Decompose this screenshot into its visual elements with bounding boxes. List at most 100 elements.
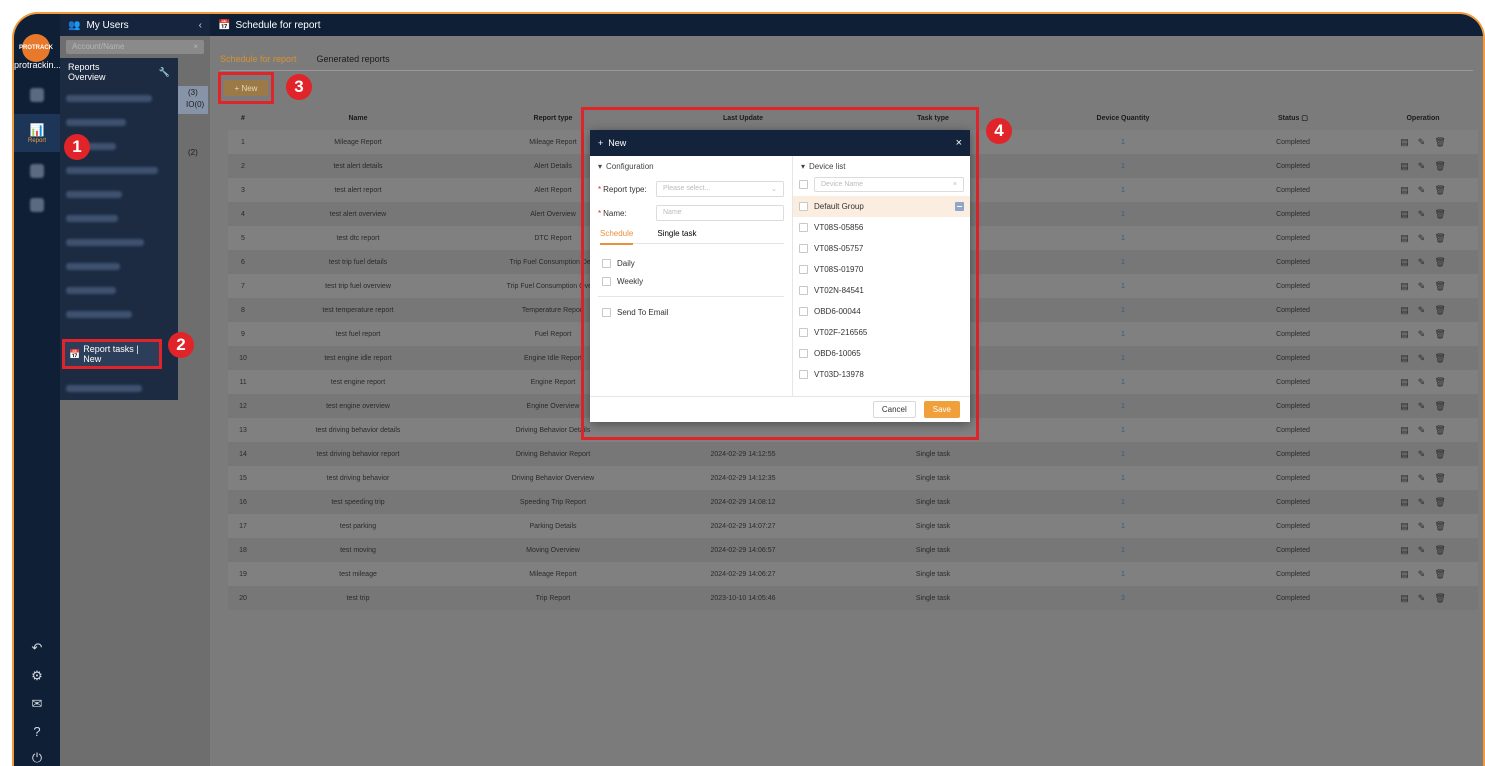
delete-icon[interactable]: 🗑 — [1434, 257, 1445, 268]
edit-icon[interactable]: ✎ — [1418, 377, 1426, 388]
view-icon[interactable]: ▤ — [1400, 449, 1409, 460]
clear-icon[interactable]: × — [953, 181, 957, 188]
edit-icon[interactable]: ✎ — [1418, 305, 1426, 316]
view-icon[interactable]: ▤ — [1400, 353, 1409, 364]
flyout-item[interactable] — [66, 278, 172, 302]
view-icon[interactable]: ▤ — [1400, 305, 1409, 316]
configuration-section[interactable]: ▾ Configuration — [598, 162, 784, 171]
table-row[interactable]: 18 test moving Moving Overview 2024-02-29 1… — [228, 538, 1478, 562]
company-logo[interactable]: PROTRACK — [19, 34, 53, 62]
view-icon[interactable]: ▤ — [1400, 497, 1409, 508]
delete-icon[interactable]: 🗑 — [1434, 233, 1445, 244]
daily-checkbox[interactable]: Daily — [602, 254, 784, 272]
view-icon[interactable]: ▤ — [1400, 185, 1409, 196]
delete-icon[interactable]: 🗑 — [1434, 401, 1445, 412]
view-icon[interactable]: ▤ — [1400, 569, 1409, 580]
tab-generated-reports[interactable]: Generated reports — [317, 54, 390, 64]
delete-icon[interactable]: 🗑 — [1434, 473, 1445, 484]
view-icon[interactable]: ▤ — [1400, 377, 1409, 388]
delete-icon[interactable]: 🗑 — [1434, 329, 1445, 340]
delete-icon[interactable]: 🗑 — [1434, 377, 1445, 388]
edit-icon[interactable]: ✎ — [1418, 353, 1426, 364]
edit-icon[interactable]: ✎ — [1418, 449, 1426, 460]
collapse-chevron-icon[interactable]: ‹ — [199, 20, 202, 31]
tab-schedule-for-report[interactable]: Schedule for report — [220, 54, 297, 64]
mail-icon[interactable]: ✉ — [14, 696, 60, 712]
device-list-section[interactable]: ▾ Device list — [793, 156, 970, 171]
table-row[interactable]: 15 test driving behavior Driving Behavior … — [228, 466, 1478, 490]
delete-icon[interactable]: 🗑 — [1434, 353, 1445, 364]
view-icon[interactable]: ▤ — [1400, 545, 1409, 556]
checkbox-box[interactable] — [799, 370, 808, 379]
report-type-select[interactable]: Please select... ⌄ — [656, 181, 784, 197]
checkbox-box[interactable] — [799, 328, 808, 337]
view-icon[interactable]: ▤ — [1400, 161, 1409, 172]
weekly-checkbox[interactable]: Weekly — [602, 272, 784, 290]
device-row[interactable]: VT08S-01970 — [793, 259, 970, 280]
flyout-item[interactable] — [66, 110, 172, 134]
edit-icon[interactable]: ✎ — [1418, 137, 1426, 148]
checkbox-box[interactable] — [799, 307, 808, 316]
edit-icon[interactable]: ✎ — [1418, 281, 1426, 292]
delete-icon[interactable]: 🗑 — [1434, 185, 1445, 196]
delete-icon[interactable]: 🗑 — [1434, 497, 1445, 508]
view-icon[interactable]: ▤ — [1400, 257, 1409, 268]
edit-icon[interactable]: ✎ — [1418, 473, 1426, 484]
table-row[interactable]: 16 test speeding trip Speeding Trip Report… — [228, 490, 1478, 514]
edit-icon[interactable]: ✎ — [1418, 185, 1426, 196]
device-row[interactable]: VT08S-05856 — [793, 217, 970, 238]
checkbox-box[interactable] — [602, 307, 611, 317]
delete-icon[interactable]: 🗑 — [1434, 545, 1445, 556]
flyout-item[interactable] — [66, 158, 172, 182]
delete-icon[interactable]: 🗑 — [1434, 569, 1445, 580]
wrench-icon[interactable]: 🔧 — [159, 67, 170, 78]
account-search-input[interactable]: Account/Name × — [66, 40, 204, 54]
delete-icon[interactable]: 🗑 — [1434, 305, 1445, 316]
edit-icon[interactable]: ✎ — [1418, 521, 1426, 532]
delete-icon[interactable]: 🗑 — [1434, 281, 1445, 292]
table-row[interactable]: 14 test driving behavior report Driving Be… — [228, 442, 1478, 466]
view-icon[interactable]: ▤ — [1400, 593, 1409, 604]
edit-icon[interactable]: ✎ — [1418, 329, 1426, 340]
checkbox-box[interactable] — [602, 258, 611, 268]
edit-icon[interactable]: ✎ — [1418, 569, 1426, 580]
view-icon[interactable]: ▤ — [1400, 137, 1409, 148]
select-all-checkbox[interactable] — [799, 180, 808, 189]
rail-item-monitor[interactable] — [14, 76, 60, 114]
new-button[interactable]: + New — [224, 80, 268, 96]
edit-icon[interactable]: ✎ — [1418, 497, 1426, 508]
view-icon[interactable]: ▤ — [1400, 401, 1409, 412]
checkbox-box[interactable] — [799, 244, 808, 253]
view-icon[interactable]: ▤ — [1400, 281, 1409, 292]
delete-icon[interactable]: 🗑 — [1434, 161, 1445, 172]
rail-item-blurred-1[interactable] — [14, 152, 60, 190]
device-row[interactable]: VT02N-84541 — [793, 280, 970, 301]
table-row[interactable]: 20 test trip Trip Report 2023-10-10 14:05:4… — [228, 586, 1478, 610]
device-row[interactable]: OBD6-00044 — [793, 301, 970, 322]
name-input[interactable]: Name — [656, 205, 784, 221]
delete-icon[interactable]: 🗑 — [1434, 449, 1445, 460]
device-search-input[interactable]: Device Name × — [814, 177, 964, 192]
checkbox-box[interactable] — [799, 223, 808, 232]
checkbox-box[interactable] — [799, 349, 808, 358]
power-icon[interactable]: ⏻ — [14, 750, 60, 766]
edit-icon[interactable]: ✎ — [1418, 545, 1426, 556]
undo-icon[interactable]: ↶ — [14, 640, 60, 656]
checkbox-box[interactable] — [799, 286, 808, 295]
delete-icon[interactable]: 🗑 — [1434, 425, 1445, 436]
flyout-item[interactable] — [66, 206, 172, 230]
delete-icon[interactable]: 🗑 — [1434, 209, 1445, 220]
tab-schedule[interactable]: Schedule — [600, 229, 634, 245]
help-icon[interactable]: ? — [14, 724, 60, 739]
flyout-item[interactable] — [66, 182, 172, 206]
delete-icon[interactable]: 🗑 — [1434, 137, 1445, 148]
filter-icon[interactable]: ▢ — [1301, 115, 1308, 122]
clear-icon[interactable]: × — [193, 42, 198, 52]
table-row[interactable]: 19 test mileage Mileage Report 2024-02-29 1… — [228, 562, 1478, 586]
view-icon[interactable]: ▤ — [1400, 473, 1409, 484]
report-tasks-new-item[interactable]: 📅 Report tasks | New — [62, 339, 162, 369]
flyout-item[interactable] — [66, 254, 172, 278]
flyout-item[interactable] — [66, 86, 172, 110]
view-icon[interactable]: ▤ — [1400, 521, 1409, 532]
cancel-button[interactable]: Cancel — [872, 401, 916, 418]
